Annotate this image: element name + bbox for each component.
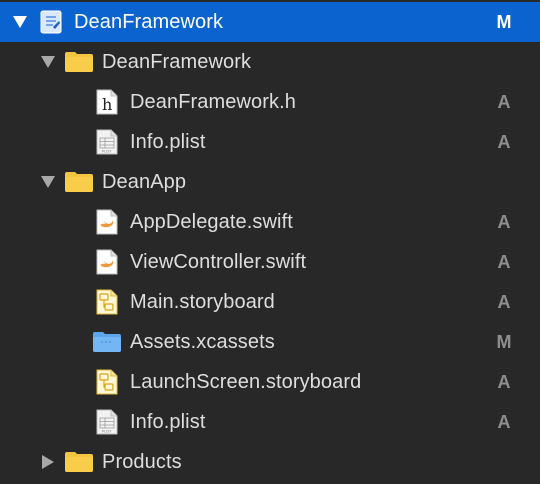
file-row-info-plist[interactable]: PLIST Info.plist A <box>0 122 540 162</box>
group-label: DeanFramework <box>102 50 252 73</box>
status-badge: A <box>497 411 511 432</box>
status-badge: M <box>496 11 512 32</box>
project-label: DeanFramework <box>74 10 224 33</box>
disclosure-collapsed-icon[interactable] <box>38 452 58 472</box>
svg-text:h: h <box>102 95 112 114</box>
file-label: Assets.xcassets <box>130 330 275 353</box>
svg-text:PLIST: PLIST <box>102 150 112 154</box>
file-row-info-plist[interactable]: PLIST Info.plist A <box>0 402 540 442</box>
file-label: DeanFramework.h <box>130 90 297 113</box>
group-label: Products <box>102 450 182 473</box>
svg-text:PLIST: PLIST <box>102 430 112 434</box>
project-navigator: DeanFramework M DeanFramework h DeanFram… <box>0 0 540 484</box>
swift-file-icon <box>96 209 118 235</box>
plist-file-icon: PLIST <box>96 129 118 155</box>
status-badge: A <box>497 131 511 152</box>
storyboard-file-icon <box>96 369 118 395</box>
file-row-launchscreen-storyboard[interactable]: LaunchScreen.storyboard A <box>0 362 540 402</box>
disclosure-expanded-icon[interactable] <box>38 52 58 72</box>
file-label: Info.plist <box>130 130 206 153</box>
status-badge: A <box>497 291 511 312</box>
file-label: AppDelegate.swift <box>130 210 293 233</box>
xcode-project-icon <box>40 10 62 34</box>
file-label: Info.plist <box>130 410 206 433</box>
group-row-deanframework[interactable]: DeanFramework <box>0 42 540 82</box>
status-badge: A <box>497 91 511 112</box>
status-badge: A <box>497 211 511 232</box>
file-label: Main.storyboard <box>130 290 275 313</box>
swift-file-icon <box>96 249 118 275</box>
folder-icon <box>64 171 94 193</box>
group-label: DeanApp <box>102 170 187 193</box>
status-badge: M <box>496 331 512 352</box>
folder-icon <box>64 51 94 73</box>
storyboard-file-icon <box>96 289 118 315</box>
disclosure-expanded-icon[interactable] <box>38 172 58 192</box>
file-label: ViewController.swift <box>130 250 307 273</box>
file-row-deanframework-h[interactable]: h DeanFramework.h A <box>0 82 540 122</box>
file-row-assets-xcassets[interactable]: Assets.xcassets M <box>0 322 540 362</box>
status-badge: A <box>497 371 511 392</box>
status-badge: A <box>497 251 511 272</box>
file-row-main-storyboard[interactable]: Main.storyboard A <box>0 282 540 322</box>
header-file-icon: h <box>96 89 118 115</box>
group-row-products[interactable]: Products <box>0 442 540 482</box>
asset-catalog-folder-icon <box>92 331 122 353</box>
file-row-viewcontroller-swift[interactable]: ViewController.swift A <box>0 242 540 282</box>
file-label: LaunchScreen.storyboard <box>130 370 362 393</box>
group-row-deanapp[interactable]: DeanApp <box>0 162 540 202</box>
project-row-deanframework[interactable]: DeanFramework M <box>0 2 540 42</box>
disclosure-expanded-icon[interactable] <box>10 12 30 32</box>
file-row-appdelegate-swift[interactable]: AppDelegate.swift A <box>0 202 540 242</box>
plist-file-icon: PLIST <box>96 409 118 435</box>
folder-icon <box>64 451 94 473</box>
